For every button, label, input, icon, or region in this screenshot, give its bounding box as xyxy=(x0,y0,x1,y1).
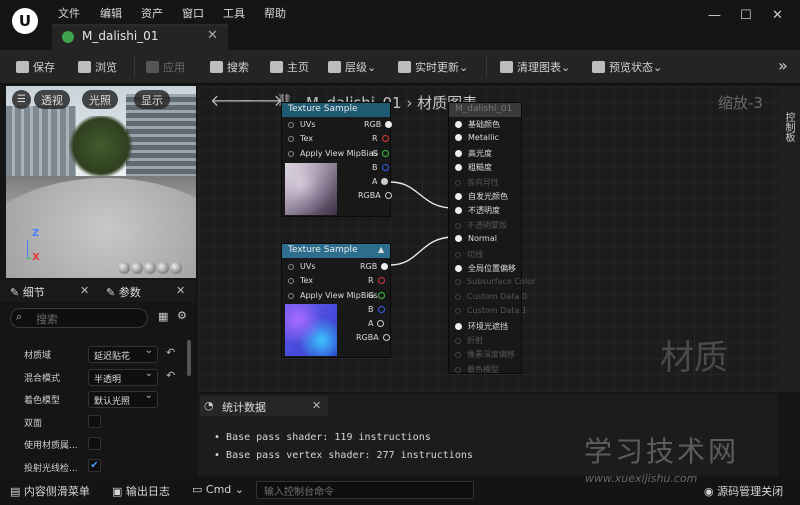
output-pin-a[interactable]: A xyxy=(372,177,389,186)
result-pin[interactable]: 全局位置偏移 xyxy=(455,263,516,274)
output-pin-rgb[interactable]: RGB xyxy=(360,262,389,271)
node-title: M_dalishi_01 xyxy=(449,103,521,117)
source-control-icon: ◉ xyxy=(704,485,714,498)
stats-title: 统计数据 xyxy=(222,401,266,414)
close-stats-icon[interactable]: ✕ xyxy=(312,399,321,412)
result-pin[interactable]: 着色模型 xyxy=(455,364,499,375)
site-watermark-url: www.xuexijishu.com xyxy=(585,472,698,485)
result-pin[interactable]: 基础颜色 xyxy=(455,119,500,130)
result-pin[interactable]: 折射 xyxy=(455,335,483,346)
node-title: Texture Sample xyxy=(282,103,390,117)
output-pin-r[interactable]: R xyxy=(368,276,385,285)
result-pin[interactable]: Custom Data 0 xyxy=(455,292,527,301)
collapse-node-icon[interactable]: ▲ xyxy=(378,245,384,254)
output-pin-rgba[interactable]: RGBA xyxy=(358,191,392,200)
input-pin-tex[interactable]: Tex xyxy=(288,134,313,143)
site-watermark: 学习技术网 xyxy=(584,435,740,468)
log-icon: ▣ xyxy=(112,485,123,498)
result-pin[interactable]: 环境光遮挡 xyxy=(455,321,508,332)
result-pin[interactable]: Metallic xyxy=(455,133,499,142)
stat-line-2: • Base pass vertex shader: 277 instructi… xyxy=(214,450,473,461)
result-pin[interactable]: 各向异性 xyxy=(455,177,499,188)
drawer-icon: ▤ xyxy=(10,485,21,498)
node-title: Texture Sample xyxy=(282,244,390,258)
output-log-button[interactable]: ▣ 输出日志 xyxy=(112,483,170,499)
output-pin-g[interactable]: G xyxy=(372,149,390,158)
output-pin-b[interactable]: B xyxy=(368,305,385,314)
output-pin-rgb[interactable]: RGB xyxy=(364,120,393,129)
output-pin-rgba[interactable]: RGBA xyxy=(356,333,390,342)
result-pin[interactable]: Subsurface Color xyxy=(455,277,535,286)
result-pin[interactable]: 切线 xyxy=(455,249,483,260)
console-icon: ▭ xyxy=(192,483,203,496)
normal-map-thumbnail xyxy=(285,304,337,356)
input-pin-mipbias[interactable]: Apply View MipBias xyxy=(288,291,378,300)
output-pin-r[interactable]: R xyxy=(372,134,389,143)
result-pin[interactable]: Custom Data 1 xyxy=(455,306,527,315)
result-pin[interactable]: 不透明度 xyxy=(455,205,500,216)
input-pin-uvs[interactable]: UVs xyxy=(288,120,316,129)
output-pin-a[interactable]: A xyxy=(368,319,385,328)
result-pin[interactable]: 粗糙度 xyxy=(455,162,492,173)
result-pin[interactable]: 像素深度偏移 xyxy=(455,349,515,360)
input-pin-mipbias[interactable]: Apply View MipBias xyxy=(288,149,378,158)
input-pin-uvs[interactable]: UVs xyxy=(288,262,316,271)
result-pin[interactable]: 自发光颜色 xyxy=(455,191,508,202)
marble-texture-thumbnail xyxy=(285,163,337,215)
result-pin[interactable]: 高光度 xyxy=(455,148,492,159)
cmd-selector[interactable]: ▭ Cmd ⌄ xyxy=(192,483,244,496)
content-drawer-button[interactable]: ▤ 内容侧滑菜单 xyxy=(10,483,90,499)
stat-line-1: • Base pass shader: 119 instructions xyxy=(214,432,431,443)
input-pin-tex[interactable]: Tex xyxy=(288,276,313,285)
result-pin[interactable]: Normal xyxy=(455,234,497,243)
output-pin-b[interactable]: B xyxy=(372,163,389,172)
output-pin-g[interactable]: G xyxy=(368,291,386,300)
console-placeholder: 输入控制台命令 xyxy=(264,487,334,498)
source-control-button[interactable]: ◉ 源码管理关闭 xyxy=(704,483,783,499)
stats-icon: ◔ xyxy=(204,399,214,412)
result-pin[interactable]: 不透明蒙版 xyxy=(455,220,507,231)
